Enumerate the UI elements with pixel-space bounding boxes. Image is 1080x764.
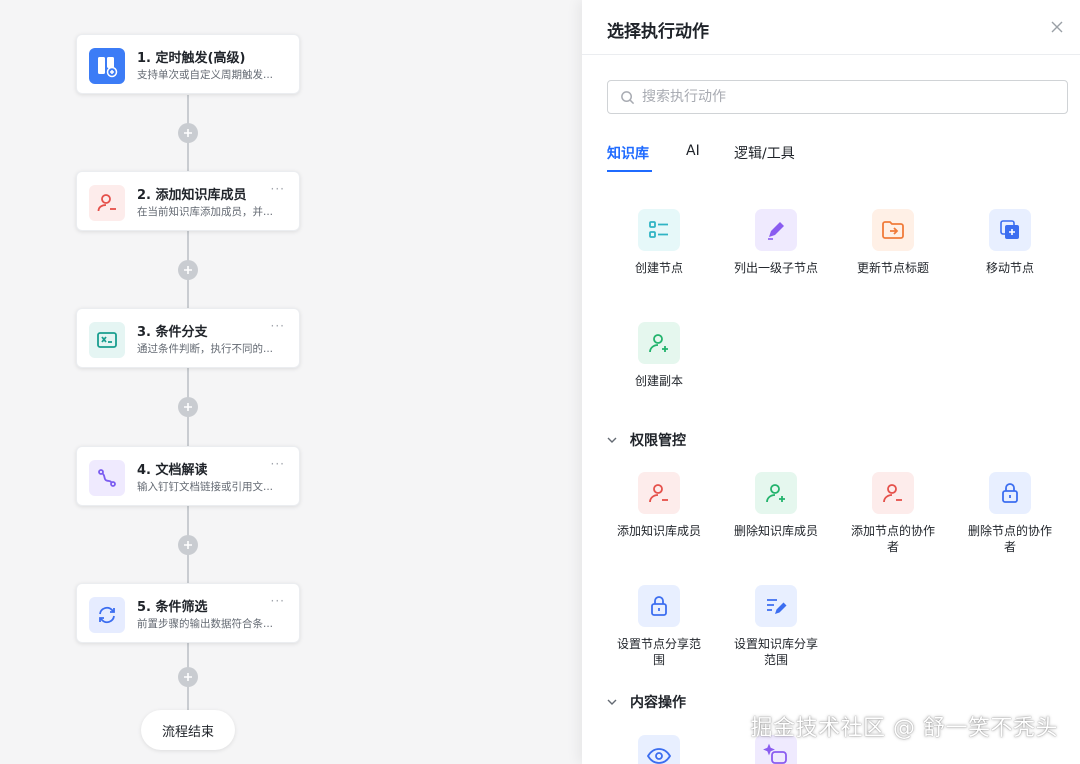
action-label: 设置节点分享范围 [617,637,702,667]
plus-icon [184,403,192,411]
folder-arrow-icon [872,209,914,251]
action-label: 添加知识库成员 [617,524,702,538]
edit-lines-icon [755,585,797,627]
close-button[interactable] [1046,16,1068,38]
action-label: 删除知识库成员 [734,524,819,538]
panel-divider [582,54,1080,55]
search-input[interactable] [642,87,1052,107]
add-step-button[interactable] [178,535,198,555]
section-content-toggle[interactable]: 内容操作 [606,692,686,712]
section-permission-toggle[interactable]: 权限管控 [606,430,686,450]
panel-title: 选择执行动作 [607,22,709,42]
action-list-children[interactable]: 列出一级子节点 [726,209,826,276]
action-label: 更新节点标题 [856,261,929,275]
action-add-node-collaborator[interactable]: 添加节点的协作者 [843,472,943,555]
chevron-down-icon [606,434,618,446]
plus-icon [184,266,192,274]
refresh-icon [89,597,125,633]
action-label: 添加节点的协作者 [851,524,936,554]
add-step-button[interactable] [178,260,198,280]
list-icon [638,209,680,251]
tab-ai[interactable]: AI [686,143,700,159]
active-tab-indicator [607,170,652,172]
action-add-kb-member[interactable]: 添加知识库成员 [609,472,709,539]
close-icon [1051,21,1063,33]
action-move-node[interactable]: 移动节点 [960,209,1060,276]
action-remove-node-collaborator[interactable]: 删除节点的协作者 [960,472,1060,555]
action-set-node-share-scope[interactable]: 设置节点分享范围 [609,585,709,668]
node-description: 通过条件判断，执行不同的... [137,343,274,355]
plus-icon [184,129,192,137]
action-update-title[interactable]: 更新节点标题 [843,209,943,276]
flow-node-condition-filter[interactable]: 5. 条件筛选 前置步骤的输出数据符合条... ··· [76,583,300,643]
flow-node-condition-branch[interactable]: 3. 条件分支 通过条件判断，执行不同的... ··· [76,308,300,368]
path-icon [89,460,125,496]
add-user-icon [638,322,680,364]
node-title: 4. 文档解读 [137,463,208,478]
lock-icon [989,472,1031,514]
flow-node-add-member[interactable]: 2. 添加知识库成员 在当前知识库添加成员，并... ··· [76,171,300,231]
remove-user-icon [872,472,914,514]
flow-canvas[interactable]: 1. 定时触发(高级) 支持单次或自定义周期触发... 2. 添加知识库成员 在… [0,0,582,764]
add-step-button[interactable] [178,667,198,687]
action-remove-kb-member[interactable]: 删除知识库成员 [726,472,826,539]
node-description: 前置步骤的输出数据符合条... [137,618,274,630]
action-label: 创建节点 [634,261,683,275]
action-label: 删除节点的协作者 [968,524,1053,554]
more-icon[interactable]: ··· [271,457,285,471]
more-icon[interactable]: ··· [271,594,285,608]
lock-icon [638,585,680,627]
tab-logic-tools[interactable]: 逻辑/工具 [734,143,795,163]
branch-formula-icon [89,322,125,358]
node-title: 1. 定时触发(高级) [137,51,246,66]
remove-user-icon [89,185,125,221]
plus-icon [184,673,192,681]
search-icon [620,90,635,109]
section-title: 内容操作 [630,695,686,711]
node-title: 5. 条件筛选 [137,600,208,615]
node-description: 在当前知识库添加成员，并... [137,206,274,218]
action-label: 设置知识库分享范围 [734,637,819,667]
more-icon[interactable]: ··· [271,182,285,196]
tab-knowledge-base[interactable]: 知识库 [607,143,649,163]
section-title: 权限管控 [630,433,686,449]
action-create-copy[interactable]: 创建副本 [609,322,709,389]
flow-node-doc-reading[interactable]: 4. 文档解读 输入钉钉文档链接或引用文... ··· [76,446,300,506]
action-set-kb-share-scope[interactable]: 设置知识库分享范围 [726,585,826,668]
action-label: 列出一级子节点 [734,261,819,275]
action-create-node[interactable]: 创建节点 [609,209,709,276]
node-title: 3. 条件分支 [137,325,208,340]
trigger-icon [89,48,125,84]
action-content-view[interactable] [609,735,709,764]
pencil-icon [755,209,797,251]
add-step-button[interactable] [178,123,198,143]
add-step-button[interactable] [178,397,198,417]
node-description: 支持单次或自定义周期触发... [137,69,274,81]
plus-icon [184,541,192,549]
copy-add-icon [989,209,1031,251]
add-user-icon [755,472,797,514]
action-select-panel: 选择执行动作 知识库 AI 逻辑/工具 创建节点 列出一级子节点 更新节点标题 [582,0,1080,764]
chevron-down-icon [606,696,618,708]
watermark: 掘金技术社区 @ 舒一笑不秃头 [750,716,1058,741]
more-icon[interactable]: ··· [271,319,285,333]
eye-icon [638,735,680,764]
flow-node-timer-trigger[interactable]: 1. 定时触发(高级) 支持单次或自定义周期触发... [76,34,300,94]
action-label: 创建副本 [634,374,683,388]
search-box[interactable] [607,80,1068,114]
node-description: 输入钉钉文档链接或引用文... [137,481,274,493]
flow-end-node: 流程结束 [141,710,235,750]
remove-user-icon [638,472,680,514]
action-label: 移动节点 [985,261,1034,275]
node-title: 2. 添加知识库成员 [137,188,247,203]
